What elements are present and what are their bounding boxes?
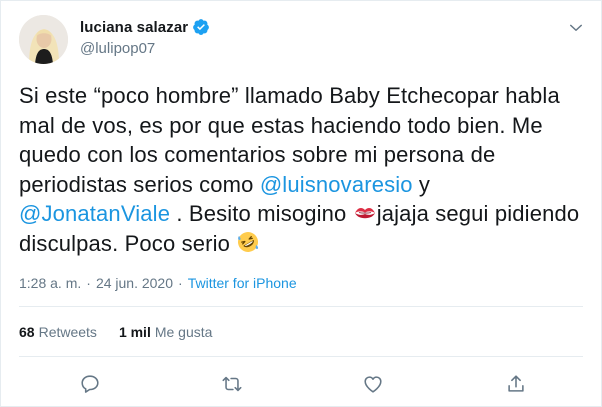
meta-separator: ·	[86, 275, 91, 291]
chevron-down-icon	[570, 24, 582, 31]
likes-count: 1 mil	[118, 324, 151, 340]
retweet-button[interactable]	[217, 369, 247, 399]
tweet-text-part: y	[412, 171, 431, 197]
tweet-date[interactable]: 24 jun. 2020	[96, 275, 173, 291]
divider	[19, 306, 583, 307]
avatar-image	[19, 15, 68, 64]
meta-separator: ·	[178, 275, 183, 291]
tweet-actions	[1, 369, 602, 399]
reply-icon	[81, 375, 99, 393]
retweet-icon	[222, 376, 242, 392]
avatar[interactable]	[19, 15, 68, 64]
likes-stat[interactable]: 1 mil Me gusta	[119, 324, 213, 340]
mention-link[interactable]: @luisnovaresio	[260, 172, 413, 197]
tweet-source-link[interactable]: Twitter for iPhone	[188, 275, 297, 291]
tweet-meta: 1:28 a. m. · 24 jun. 2020 · Twitter for …	[19, 275, 297, 291]
reply-button[interactable]	[75, 369, 105, 399]
verified-badge-icon	[192, 18, 210, 36]
retweets-count: 68	[19, 324, 35, 340]
kiss-mark-emoji-icon	[353, 202, 377, 224]
retweets-label: Retweets	[38, 324, 97, 340]
like-icon	[364, 376, 382, 393]
share-button[interactable]	[501, 369, 531, 399]
tweet-stats: 68 Retweets 1 mil Me gusta	[19, 324, 212, 340]
tweet-card: luciana salazar @lulipop07 Si este “poco…	[0, 0, 602, 407]
retweets-stat[interactable]: 68 Retweets	[19, 324, 97, 340]
share-icon	[508, 375, 524, 392]
like-button[interactable]	[358, 369, 388, 399]
tweet-text-part: . Besito misogino	[170, 201, 353, 226]
tweet-text: Si este “poco hombre” llamado Baby Etche…	[19, 81, 587, 258]
divider	[19, 356, 583, 357]
author-name-row[interactable]: luciana salazar	[80, 18, 210, 36]
mention-link[interactable]: @JonatanViale	[19, 201, 170, 226]
likes-label: Me gusta	[154, 324, 213, 340]
display-name[interactable]: luciana salazar	[80, 19, 188, 36]
tweet-options-button[interactable]	[565, 17, 587, 39]
rolling-on-the-floor-laughing-emoji-icon	[236, 230, 260, 252]
tweet-time[interactable]: 1:28 a. m.	[19, 275, 81, 291]
author-handle[interactable]: @lulipop07	[80, 40, 155, 57]
